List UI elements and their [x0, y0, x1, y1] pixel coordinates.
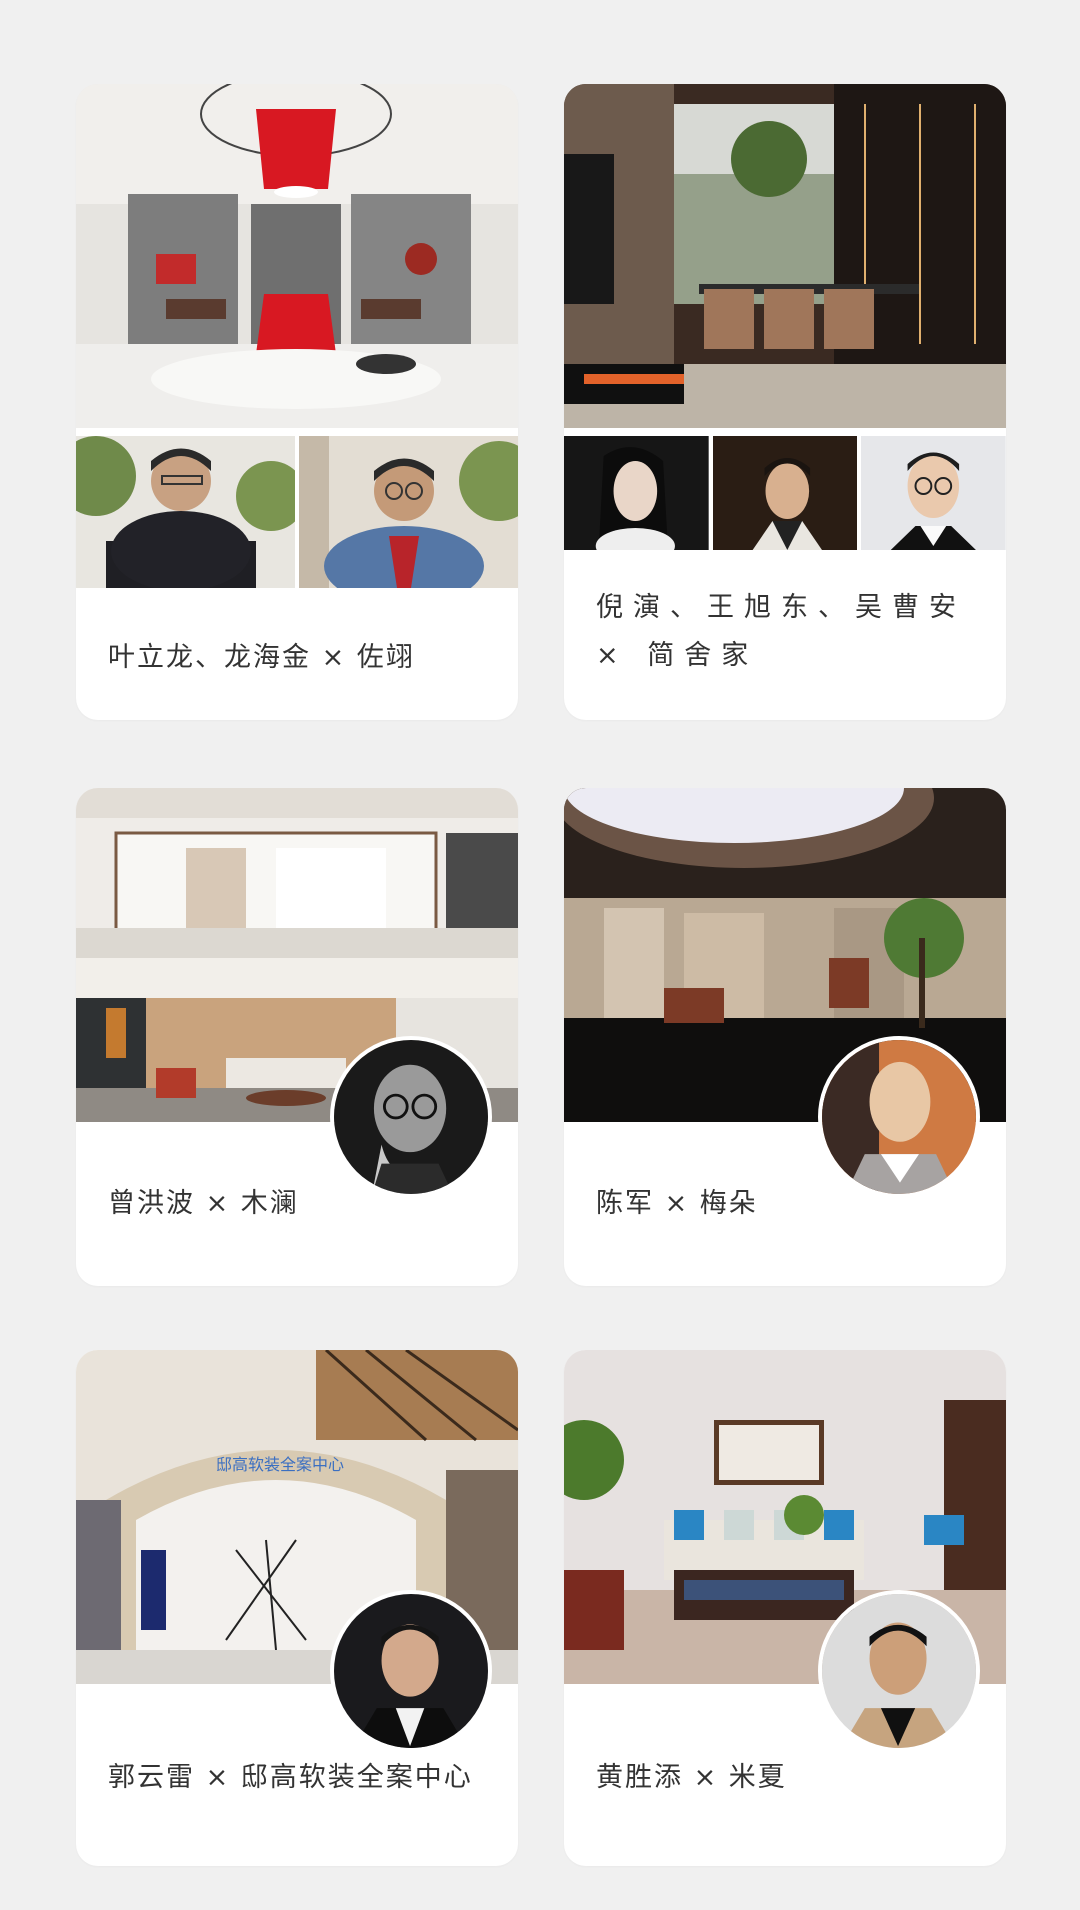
showroom-photo — [76, 84, 518, 428]
designer-label: 陈军 × 梅朵 — [596, 1188, 758, 1219]
showroom-photo — [76, 788, 518, 958]
person-photo-icon — [818, 1590, 980, 1752]
designer-card-4[interactable]: 陈军 × 梅朵 — [564, 788, 1006, 1286]
person-photo-icon — [330, 1590, 492, 1752]
designer-card-6[interactable]: 黄胜添 × 米夏 — [564, 1350, 1006, 1866]
store-sign: 邸高软装全案中心 — [216, 1455, 344, 1474]
designer-label: 曾洪波 × 木澜 — [108, 1188, 299, 1219]
person-photo-icon — [564, 436, 709, 550]
person-photo-icon — [330, 1036, 492, 1198]
designer-card-3[interactable]: 曾洪波 × 木澜 — [76, 788, 518, 1286]
person-photo-icon — [76, 436, 295, 588]
designer-label: 郭云雷 × 邸高软装全案中心 — [108, 1762, 473, 1793]
person-photo-icon — [861, 436, 1006, 550]
designer-card-2[interactable]: 倪演、王旭东、吴曹安 × 简舍家 — [564, 84, 1006, 720]
person-photo-icon — [299, 436, 518, 588]
designer-label: 黄胜添 × 米夏 — [596, 1762, 787, 1793]
showroom-photo — [564, 84, 1006, 428]
designer-card-1[interactable]: 叶立龙、龙海金 × 佐翊 — [76, 84, 518, 720]
person-photo-icon — [818, 1036, 980, 1198]
person-photo-icon — [712, 436, 858, 550]
designer-photos — [564, 436, 1006, 550]
designer-grid: 叶立龙、龙海金 × 佐翊 倪演、王旭东、吴曹安 × 简舍家 曾洪波 × 木澜 陈… — [0, 0, 1080, 1910]
designer-photos — [76, 436, 518, 588]
designer-label: 叶立龙、龙海金 × 佐翊 — [108, 642, 415, 673]
designer-label: 倪演、王旭东、吴曹安 × 简舍家 — [596, 592, 966, 671]
designer-card-5[interactable]: 邸高软装全案中心 郭云雷 × 邸高软装全案中心 — [76, 1350, 518, 1866]
